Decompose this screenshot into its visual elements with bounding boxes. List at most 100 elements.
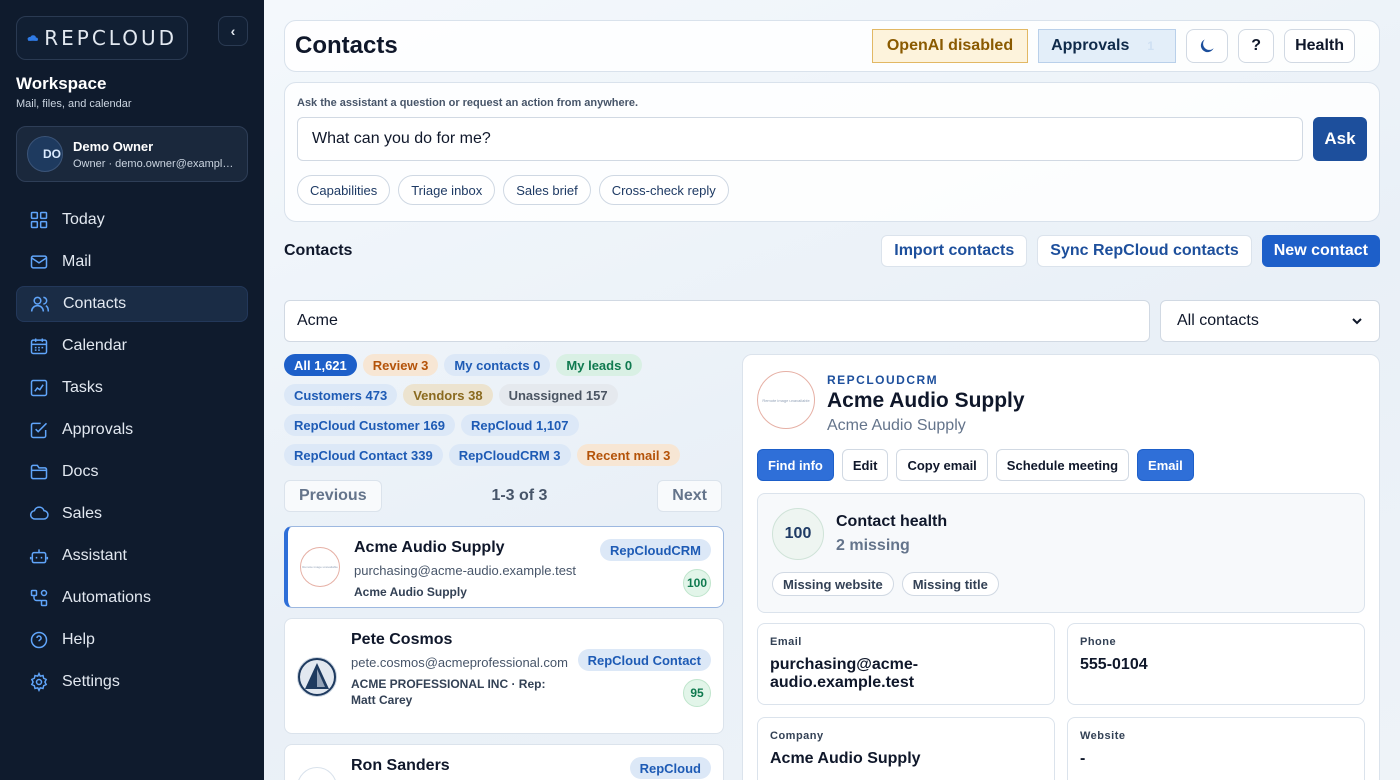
filter-tag[interactable]: RepCloud Contact 339: [284, 444, 443, 466]
sidebar-item-help[interactable]: Help: [16, 622, 248, 658]
new-contact-button[interactable]: New contact: [1261, 235, 1380, 267]
contact-source: REPCLOUDCRM: [827, 373, 939, 387]
copy-email-button[interactable]: Copy email: [896, 449, 988, 481]
email-button[interactable]: Email: [1137, 449, 1194, 481]
field-value: 555-0104: [1080, 656, 1148, 673]
gear-icon: [28, 671, 50, 693]
filter-tag[interactable]: Vendors 38: [403, 384, 493, 406]
approvals-button[interactable]: Approvals 1: [1038, 29, 1177, 63]
filter-tag[interactable]: RepCloudCRM 3: [448, 444, 571, 466]
sidebar-item-approvals[interactable]: Approvals: [16, 412, 248, 448]
main-content: Contacts OpenAI disabled Approvals 1 ? H…: [264, 0, 1400, 780]
user-card[interactable]: DO Demo Owner Owner · demo.owner@example…: [16, 126, 248, 182]
workspace-subtitle: Mail, files, and calendar: [16, 98, 132, 110]
contact-row[interactable]: Remote image unavailable Acme Audio Supp…: [284, 526, 724, 608]
dashboard-icon: [28, 209, 50, 231]
moon-icon: [1200, 39, 1214, 53]
collapse-sidebar-button[interactable]: ‹: [218, 16, 248, 46]
assistant-input[interactable]: What can you do for me?: [297, 117, 1303, 161]
next-page-button[interactable]: Next: [657, 480, 722, 512]
section-title: Contacts: [284, 242, 353, 259]
check-square-icon: [28, 419, 50, 441]
contact-fields: Email purchasing@acme-audio.example.test…: [757, 623, 1365, 780]
suggestion-chip[interactable]: Triage inbox: [398, 175, 496, 205]
filter-tag[interactable]: Review 3: [362, 354, 439, 376]
source-badge: RepCloud: [629, 757, 711, 779]
sidebar-item-calendar[interactable]: Calendar: [16, 328, 248, 364]
field-label: Website: [1080, 730, 1126, 742]
sidebar-item-label: Calendar: [62, 337, 127, 354]
sidebar-item-contacts[interactable]: Contacts: [16, 286, 248, 322]
workflow-icon: [28, 587, 50, 609]
brand-logo[interactable]: REPCLOUD: [16, 16, 188, 60]
filter-tag[interactable]: RepCloud 1,107: [460, 414, 579, 436]
field-value: Acme Audio Supply: [770, 750, 921, 767]
previous-page-button[interactable]: Previous: [284, 480, 382, 512]
search-input[interactable]: Acme: [284, 300, 1150, 342]
edit-button[interactable]: Edit: [841, 449, 889, 481]
filter-tag[interactable]: Customers 473: [284, 384, 398, 406]
ask-button[interactable]: Ask: [1313, 117, 1367, 161]
import-contacts-button[interactable]: Import contacts: [881, 235, 1028, 267]
field-value: -: [1080, 750, 1086, 767]
filter-tag[interactable]: All 1,621: [284, 354, 357, 376]
field-label: Phone: [1080, 636, 1117, 648]
sidebar-item-sales[interactable]: Sales: [16, 496, 248, 532]
sidebar-item-docs[interactable]: Docs: [16, 454, 248, 490]
missing-field-chip[interactable]: Missing title: [901, 572, 999, 596]
find-info-button[interactable]: Find info: [757, 449, 834, 481]
sidebar-item-automations[interactable]: Automations: [16, 580, 248, 616]
sidebar-item-tasks[interactable]: Tasks: [16, 370, 248, 406]
health-score: 100: [772, 508, 824, 560]
assistant-hint: Ask the assistant a question or request …: [297, 97, 639, 109]
bot-icon: [28, 545, 50, 567]
filter-tag[interactable]: RepCloud Customer 169: [284, 414, 455, 436]
sidebar-item-assistant[interactable]: Assistant: [16, 538, 248, 574]
help-icon: [28, 629, 50, 651]
filter-tag[interactable]: My leads 0: [556, 354, 643, 376]
filter-tag[interactable]: Recent mail 3: [576, 444, 681, 466]
contact-company: ACME PROFESSIONAL INC · Rep: Matt Carey: [351, 677, 546, 707]
suggestion-chip[interactable]: Cross-check reply: [598, 175, 729, 205]
sidebar-item-settings[interactable]: Settings: [16, 664, 248, 700]
sync-contacts-button[interactable]: Sync RepCloud contacts: [1037, 235, 1252, 267]
source-badge: RepCloud Contact: [577, 649, 711, 671]
sidebar-item-label: Assistant: [62, 547, 127, 564]
contact-avatar: Remote image unavailable: [300, 547, 340, 587]
sidebar-item-mail[interactable]: Mail: [16, 244, 248, 280]
contact-email: pete.cosmos@acmeprofessional.com: [351, 655, 568, 670]
health-button[interactable]: Health: [1284, 29, 1355, 63]
sidebar-item-label: Today: [62, 211, 105, 228]
theme-toggle-button[interactable]: [1186, 29, 1229, 63]
health-title: Contact health: [836, 513, 948, 530]
suggestion-chip[interactable]: Capabilities: [297, 175, 391, 205]
approvals-count: 1: [1147, 39, 1155, 53]
contact-health-card: 100 Contact health 2 missing Missing web…: [757, 493, 1365, 613]
avatar: DO: [27, 136, 63, 172]
sidebar-item-label: Automations: [62, 589, 151, 606]
chevron-down-icon: [1352, 318, 1362, 325]
contact-row[interactable]: Pete Cosmos pete.cosmos@acmeprofessional…: [284, 618, 724, 734]
sidebar-item-label: Help: [62, 631, 95, 648]
sidebar-item-label: Contacts: [63, 295, 127, 312]
contact-row[interactable]: Ron Sanders RepCloud: [284, 744, 724, 780]
sidebar-item-today[interactable]: Today: [16, 202, 248, 238]
filter-tag[interactable]: My contacts 0: [444, 354, 551, 376]
filter-tag[interactable]: Unassigned 157: [498, 384, 618, 406]
workspace-title: Workspace: [16, 74, 107, 93]
contact-avatar: Remote image unavailable: [757, 371, 815, 429]
schedule-meeting-button[interactable]: Schedule meeting: [995, 449, 1130, 481]
health-score-badge: 100: [683, 569, 711, 597]
user-meta: Owner · demo.owner@example.test: [73, 157, 237, 170]
contact-avatar: [297, 657, 337, 697]
contact-filter-select[interactable]: All contacts: [1160, 300, 1380, 342]
contacts-list-panel: All 1,621 Review 3 My contacts 0 My lead…: [284, 354, 724, 780]
pagination: Previous 1-3 of 3 Next: [284, 480, 722, 512]
openai-status-badge[interactable]: OpenAI disabled: [871, 29, 1029, 63]
missing-field-chip[interactable]: Missing website: [772, 572, 894, 596]
email-field: Email purchasing@acme-audio.example.test: [757, 623, 1055, 705]
chevron-left-icon: ‹: [230, 23, 236, 39]
help-button[interactable]: ?: [1238, 29, 1275, 63]
company-field: Company Acme Audio Supply: [757, 717, 1055, 780]
suggestion-chip[interactable]: Sales brief: [503, 175, 591, 205]
